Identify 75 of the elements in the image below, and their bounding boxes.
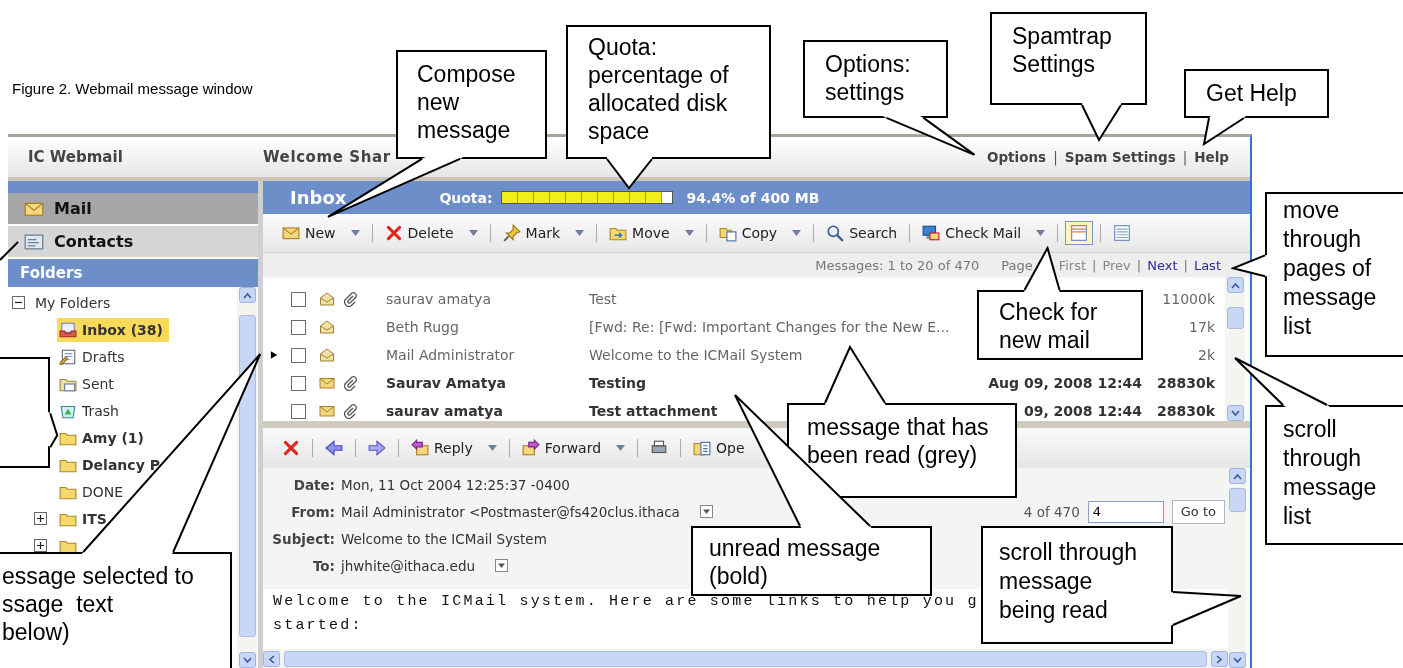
toolbar-button[interactable]: New — [277, 221, 365, 245]
toolbar-button[interactable]: Search — [821, 221, 903, 245]
app-name: IC Webmail — [28, 148, 124, 166]
sender: Mail Administrator — [386, 347, 516, 363]
callout: Spamtrap Settings — [990, 12, 1147, 105]
header-link[interactable]: Help — [1194, 149, 1229, 165]
callout: move through pages of message list — [1265, 192, 1403, 357]
field-label: Date: — [292, 476, 335, 493]
separator: | — [1182, 149, 1188, 165]
toolbar-button[interactable]: Mark — [497, 221, 590, 245]
go-to-button[interactable]: Go to — [1171, 499, 1225, 524]
subject: [Fwd: Re: [Fwd: Important Changes for the New E... — [589, 319, 951, 335]
separator: | — [1183, 257, 1188, 273]
date: Aug 09, 2008 12:44 — [988, 375, 1142, 391]
page-link[interactable]: Next — [1147, 257, 1178, 273]
folder-item[interactable]: Trash — [57, 398, 125, 423]
field-value: Welcome to the ICMail System — [341, 530, 547, 547]
toolbar-button[interactable]: Delete — [379, 221, 483, 245]
field-value: jhwhite@ithaca.edu — [341, 557, 476, 574]
mailbox-title: Inbox — [290, 187, 347, 208]
size: 28830k — [1155, 403, 1215, 419]
header-link[interactable]: Options — [986, 149, 1047, 165]
folder-item[interactable]: DONE — [57, 479, 130, 504]
nav-tab[interactable]: Mail — [8, 193, 258, 224]
header-link[interactable]: Spam Settings — [1064, 149, 1176, 165]
sender: saurav amatya — [386, 403, 504, 419]
size: 11000k — [1161, 291, 1215, 307]
field-label: Subject: — [271, 530, 335, 547]
toolbar-button[interactable]: Reply — [406, 436, 502, 460]
size: 28830k — [1155, 375, 1215, 391]
folder-item[interactable]: Inbox (38) — [57, 317, 169, 342]
callout: scroll through message being read — [981, 526, 1173, 644]
message-text: started: — [273, 616, 363, 636]
folder-item[interactable]: ITS — [57, 506, 113, 531]
folders-heading: Folders — [8, 259, 258, 287]
callout: essage selected to ssage text below) — [0, 552, 232, 668]
callout: scroll through message list — [1265, 405, 1403, 545]
subject: Testing — [589, 375, 647, 391]
message-number-field[interactable]: 4 — [1087, 500, 1164, 523]
field-value: Mail Administrator <Postmaster@fs420clus.ithaca — [341, 503, 680, 520]
nav-tab[interactable]: Contacts — [8, 226, 258, 257]
subject: Test attachment — [589, 403, 719, 419]
toolbar-button[interactable]: Check Mail — [917, 221, 1051, 245]
folder-group-label: My Folders — [35, 294, 111, 311]
subject: Test — [589, 291, 618, 307]
size: 2k — [1197, 347, 1215, 363]
separator: | — [1092, 257, 1097, 273]
date: 09, 2008 12:44 — [1023, 403, 1142, 419]
size: 17k — [1188, 319, 1215, 335]
field-value: Mon, 11 Oct 2004 12:25:37 -0400 — [341, 476, 570, 493]
page-label: Page — [1001, 257, 1033, 273]
toolbar-button[interactable]: Ope — [688, 436, 750, 460]
welcome-text: Welcome Shar — [263, 148, 391, 166]
folder-item[interactable]: Drafts — [57, 344, 131, 369]
toolbar-button[interactable]: Move — [604, 221, 699, 245]
separator: | — [1136, 257, 1142, 273]
subject: Welcome to the ICMail System — [589, 347, 804, 363]
folder-item[interactable]: Amy (1) — [57, 425, 150, 450]
folder-item[interactable]: Sent — [57, 371, 120, 396]
field-label: To: — [311, 557, 335, 574]
page-link[interactable]: Last — [1193, 257, 1221, 273]
field-label: From: — [290, 503, 335, 520]
message-position: 4 of 470 — [1023, 503, 1080, 520]
callout: Quota: percentage of allocated disk space — [566, 25, 771, 159]
quota-text: 94.4% of 400 MB — [686, 189, 820, 206]
message-count: Messages: 1 to 20 of 470 — [815, 257, 980, 273]
callout: unread message (bold) — [691, 526, 932, 596]
toolbar-button[interactable]: Forward — [516, 436, 631, 460]
sender: Beth Rugg — [386, 319, 460, 335]
quota-label: Quota: — [439, 189, 493, 206]
figure-caption: Figure 2. Webmail message window — [12, 80, 253, 97]
toolbar-button[interactable]: Copy — [713, 221, 807, 245]
sender: Saurav Amatya — [386, 375, 507, 391]
sender: saurav amatya — [386, 291, 492, 307]
separator: | — [1053, 149, 1058, 165]
